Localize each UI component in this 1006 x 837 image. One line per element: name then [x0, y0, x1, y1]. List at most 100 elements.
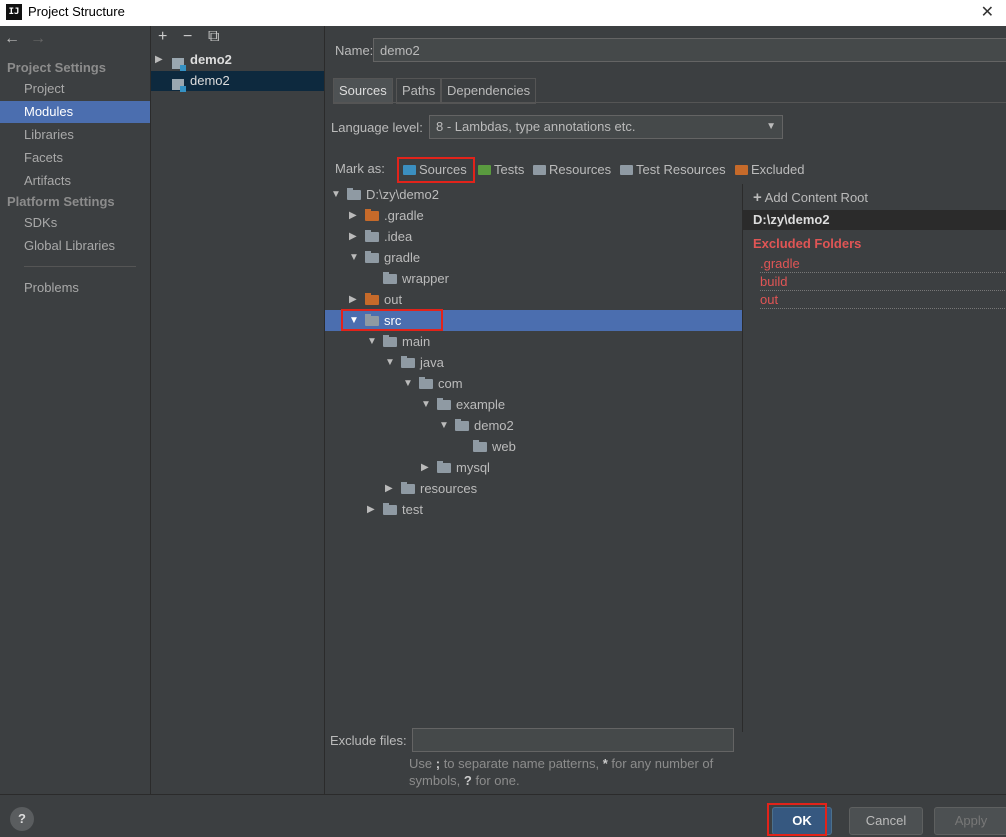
nav-item-sdks[interactable]: SDKs [0, 212, 150, 234]
nav-item-facets[interactable]: Facets [0, 147, 150, 169]
platform-settings-heading: Platform Settings [7, 194, 115, 209]
module-name-input[interactable] [373, 38, 1006, 62]
add-content-root-label: Add Content Root [764, 190, 869, 205]
excluded-folder-icon [365, 293, 379, 305]
mark-resources-button[interactable]: Resources [533, 160, 611, 180]
nav-item-problems[interactable]: Problems [0, 277, 150, 299]
tree-row-label: wrapper [402, 271, 449, 286]
tree-row[interactable]: ▶ resources [325, 478, 742, 499]
expand-arrow-icon[interactable]: ▶ [349, 205, 357, 226]
tree-row[interactable]: ▼ main [325, 331, 742, 352]
src-annotation-box [341, 309, 443, 331]
tree-row-label: main [402, 334, 431, 349]
hint-text: for one. [471, 773, 520, 788]
expand-arrow-icon[interactable]: ▶ [385, 478, 393, 499]
tree-row-label: D:\zy\demo2 [366, 187, 439, 202]
chevron-down-icon: ▼ [766, 121, 776, 132]
close-icon[interactable]: ✕ [981, 2, 994, 22]
tree-row-label: mysql [456, 460, 490, 475]
tree-row[interactable]: ▼ demo2 [325, 415, 742, 436]
tree-row[interactable]: ▼ D:\zy\demo2 [325, 184, 742, 205]
tab-sources[interactable]: Sources [333, 78, 393, 104]
add-content-root-button[interactable]: + Add Content Root [753, 189, 868, 206]
hint-question: ? [463, 773, 472, 788]
excluded-folder-item[interactable]: .gradle [760, 255, 1006, 273]
tree-row[interactable]: ▼ java [325, 352, 742, 373]
language-level-value: 8 - Lambdas, type annotations etc. [436, 119, 636, 134]
nav-item-artifacts[interactable]: Artifacts [0, 170, 150, 192]
tree-row[interactable]: web [325, 436, 742, 457]
expand-arrow-icon[interactable]: ▶ [421, 457, 429, 478]
tree-row[interactable]: ▶ .idea [325, 226, 742, 247]
folder-icon [455, 419, 469, 431]
mark-test-resources-button[interactable]: Test Resources [620, 160, 726, 180]
collapse-arrow-icon[interactable]: ▼ [403, 373, 413, 394]
apply-button[interactable]: Apply [934, 807, 1006, 835]
back-arrow-icon[interactable]: ← [4, 30, 20, 48]
collapse-arrow-icon[interactable]: ▼ [349, 247, 359, 268]
excluded-folder-item[interactable]: build [760, 273, 1006, 291]
module-icon [172, 58, 186, 71]
collapse-arrow-icon[interactable]: ▼ [421, 394, 431, 415]
collapse-arrow-icon[interactable]: ▼ [385, 352, 395, 373]
module-row-selected[interactable]: demo2 [151, 71, 324, 92]
folder-icon [401, 482, 415, 494]
mark-resources-label: Resources [549, 162, 612, 177]
mark-excluded-button[interactable]: Excluded [735, 160, 804, 180]
collapse-arrow-icon[interactable]: ▼ [331, 184, 341, 205]
folder-tree[interactable]: ▼ D:\zy\demo2 ▶ .gradle ▶ .idea ▼ gradle wrapper… [325, 184, 742, 732]
name-label: Name: [335, 43, 374, 58]
expand-arrow-icon[interactable]: ▶ [349, 226, 357, 247]
nav-item-libraries[interactable]: Libraries [0, 124, 150, 146]
tree-row[interactable]: ▶ mysql [325, 457, 742, 478]
nav-divider [24, 266, 136, 267]
collapse-arrow-icon[interactable]: ▼ [439, 415, 449, 436]
cancel-button[interactable]: Cancel [849, 807, 923, 835]
tree-row[interactable]: ▼ example [325, 394, 742, 415]
expand-arrow-icon[interactable]: ▶ [367, 499, 375, 520]
tree-row[interactable]: ▶ .gradle [325, 205, 742, 226]
language-level-label: Language level: [331, 120, 423, 135]
nav-item-modules[interactable]: Modules [0, 101, 150, 123]
project-settings-heading: Project Settings [7, 60, 106, 75]
tree-row-label: test [402, 502, 423, 517]
tab-dependencies[interactable]: Dependencies [441, 78, 537, 104]
folder-icon [347, 188, 361, 200]
module-list-panel: + − ⧉ ▶ demo2 demo2 [151, 26, 325, 794]
tree-row-label: web [492, 439, 516, 454]
forward-arrow-icon[interactable]: → [30, 30, 46, 48]
folder-icon [419, 377, 433, 389]
excluded-folder-icon [365, 209, 379, 221]
mark-tests-button[interactable]: Tests [478, 160, 524, 180]
mark-test-resources-label: Test Resources [636, 162, 726, 177]
tree-row[interactable]: ▶ out [325, 289, 742, 310]
language-level-select[interactable]: 8 - Lambdas, type annotations etc. ▼ [429, 115, 783, 139]
resources-folder-icon [533, 165, 546, 175]
content-root-path[interactable]: D:\zy\demo2 [743, 210, 1006, 230]
collapse-arrow-icon[interactable]: ▼ [367, 331, 377, 352]
tree-row[interactable]: ▶ test [325, 499, 742, 520]
folder-icon [383, 335, 397, 347]
module-editor: Name: Sources Paths Dependencies Languag… [325, 26, 1006, 794]
exclude-files-input[interactable] [412, 728, 734, 752]
expand-arrow-icon[interactable]: ▶ [155, 50, 163, 70]
tab-strip-divider [333, 102, 1006, 103]
tree-row[interactable]: ▼ com [325, 373, 742, 394]
add-icon[interactable]: + [158, 28, 167, 46]
copy-icon[interactable]: ⧉ [208, 28, 219, 46]
nav-item-global-libraries[interactable]: Global Libraries [0, 235, 150, 257]
module-row-project[interactable]: ▶ demo2 [151, 50, 324, 71]
nav-item-project[interactable]: Project [0, 78, 150, 100]
excluded-folder-item[interactable]: out [760, 291, 1006, 309]
folder-icon [383, 503, 397, 515]
tree-row-label: example [456, 397, 506, 412]
tree-row-label: gradle [384, 250, 421, 265]
tree-row[interactable]: ▼ gradle [325, 247, 742, 268]
tree-row[interactable]: wrapper [325, 268, 742, 289]
folder-icon [401, 356, 415, 368]
remove-icon[interactable]: − [183, 28, 192, 46]
tab-paths[interactable]: Paths [396, 78, 442, 104]
tree-row-label: .gradle [384, 208, 424, 223]
expand-arrow-icon[interactable]: ▶ [349, 289, 357, 310]
help-icon[interactable]: ? [10, 807, 34, 831]
